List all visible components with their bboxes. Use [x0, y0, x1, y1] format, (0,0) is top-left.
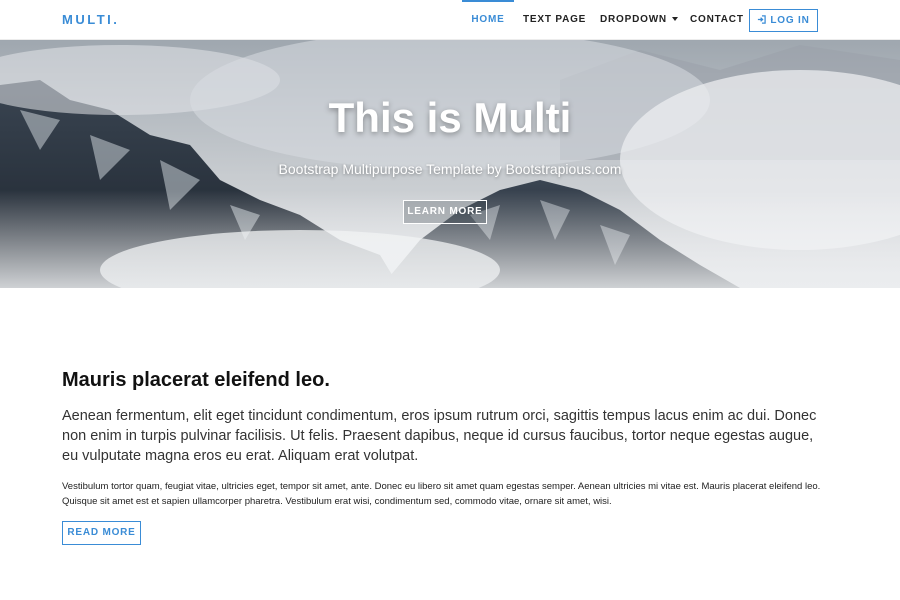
body-paragraph: Vestibulum tortor quam, feugiat vitae, u… — [62, 481, 821, 507]
login-label: LOG IN — [770, 15, 810, 26]
learn-more-button[interactable]: LEARN MORE — [403, 200, 487, 224]
read-more-button[interactable]: READ MORE — [62, 521, 141, 545]
nav-item-contact[interactable]: CONTACT — [690, 0, 744, 40]
nav-item-dropdown[interactable]: DROPDOWN — [600, 0, 678, 40]
nav-item-dropdown-label: DROPDOWN — [600, 14, 667, 25]
brand-logo[interactable]: MULTI. — [62, 12, 119, 27]
nav-item-text-page[interactable]: TEXT PAGE — [523, 0, 586, 40]
section-heading: Mauris placerat eleifend leo. — [62, 369, 330, 391]
hero-title: This is Multi — [328, 94, 572, 141]
navbar: MULTI. HOME TEXT PAGE DROPDOWN CONTACT L… — [0, 0, 900, 40]
caret-down-icon — [671, 17, 678, 21]
sign-in-icon — [758, 15, 767, 24]
hero-subtitle: Bootstrap Multipurpose Template by Boots… — [278, 161, 622, 177]
login-button[interactable]: LOG IN — [749, 9, 818, 32]
hero-banner: This is Multi Bootstrap Multipurpose Tem… — [0, 40, 900, 288]
lead-paragraph: Aenean fermentum, elit eget tincidunt co… — [62, 408, 817, 464]
nav-item-home[interactable]: HOME — [462, 0, 514, 40]
